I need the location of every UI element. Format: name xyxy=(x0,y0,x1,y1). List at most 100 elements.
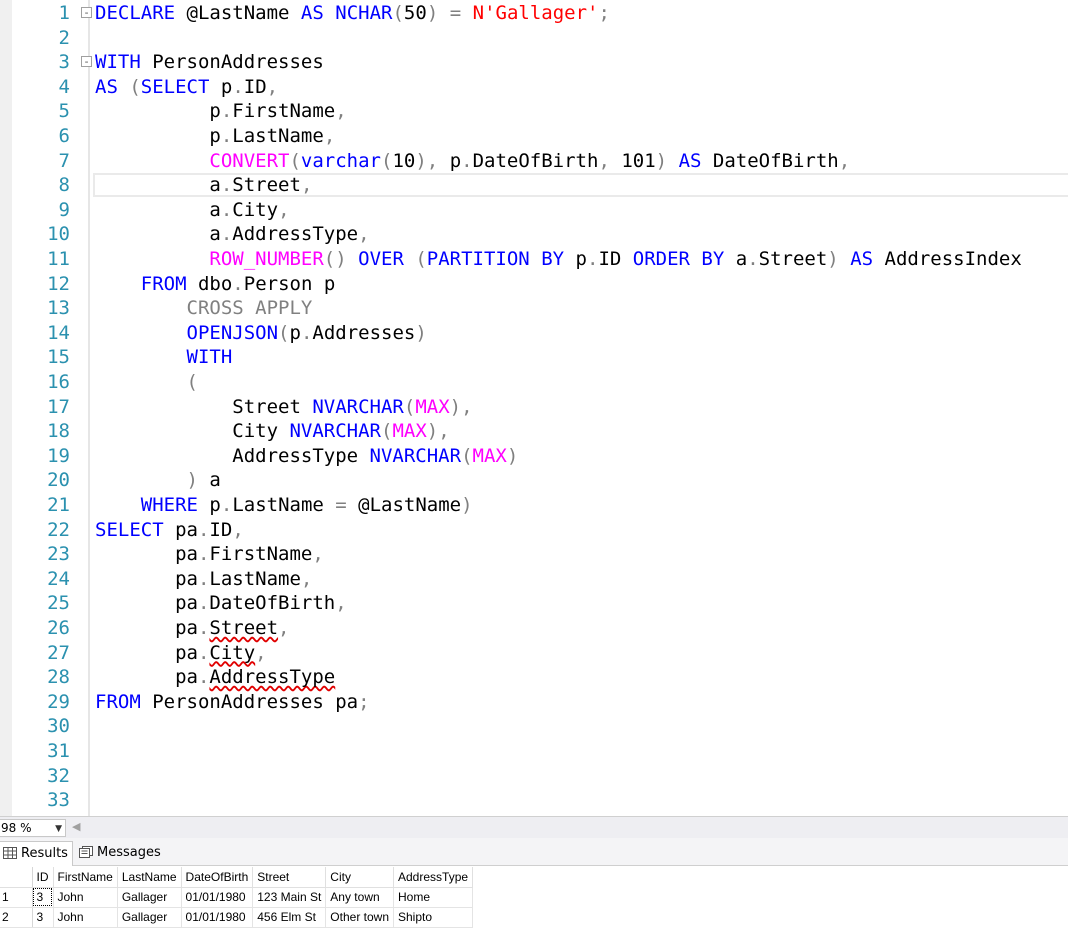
code-line[interactable]: 14 OPENJSON(p.Addresses) xyxy=(0,321,1068,346)
token-plain: p xyxy=(438,149,462,172)
row-number[interactable]: 1 xyxy=(0,887,33,908)
table-cell[interactable]: Shipto xyxy=(393,907,474,928)
code-text: AS (SELECT p.ID, xyxy=(95,75,278,100)
line-number: 14 xyxy=(47,321,70,344)
collapse-icon[interactable]: - xyxy=(81,56,92,68)
code-line[interactable]: 2 xyxy=(0,26,1068,51)
token-operator: ( xyxy=(461,444,473,467)
token-operator: , xyxy=(300,174,313,197)
code-line[interactable]: 5 p.FirstName, xyxy=(0,99,1068,124)
token-plain: Street xyxy=(232,174,301,197)
column-header[interactable]: FirstName xyxy=(53,867,118,888)
table-cell[interactable]: 01/01/1980 xyxy=(181,907,254,928)
code-line[interactable]: 1- DECLARE @LastName AS NCHAR(50) = N'Gal… xyxy=(0,1,1068,26)
tab-results[interactable]: Results xyxy=(0,841,73,866)
token-operator: . xyxy=(220,198,233,221)
code-line[interactable]: 22 SELECT pa.ID, xyxy=(0,518,1068,543)
collapse-icon[interactable]: - xyxy=(81,7,92,18)
code-line[interactable]: 24 pa.LastName, xyxy=(0,567,1068,592)
token-plain: a xyxy=(95,174,221,197)
zoom-dropdown[interactable]: 98 % ▼ xyxy=(0,819,66,837)
table-cell[interactable]: Any town xyxy=(325,887,394,908)
line-number: 31 xyxy=(47,740,70,762)
code-editor[interactable]: 1- DECLARE @LastName AS NCHAR(50) = N'Gal… xyxy=(0,0,1068,816)
token-keyword: ORDER xyxy=(632,248,690,270)
column-header[interactable]: Street xyxy=(252,867,327,888)
table-cell[interactable]: Gallager xyxy=(117,887,182,908)
code-line[interactable]: 33 xyxy=(0,788,1068,813)
token-operator: ) xyxy=(415,149,427,172)
code-line[interactable]: 8 a.Street, xyxy=(0,173,1068,198)
table-cell[interactable]: 123 Main St xyxy=(252,887,327,908)
table-row[interactable]: 2 3 John Gallager 01/01/1980 456 Elm St Other … xyxy=(0,907,474,928)
code-line[interactable]: 15 WITH xyxy=(0,345,1068,370)
table-cell[interactable]: 3 xyxy=(32,887,54,908)
token-keyword: FROM xyxy=(140,272,187,295)
column-header[interactable]: City xyxy=(325,867,394,888)
chevron-down-icon[interactable]: ▼ xyxy=(55,821,62,837)
code-line[interactable]: 27 pa.City, xyxy=(0,641,1068,666)
code-line[interactable]: 10 a.AddressType, xyxy=(0,222,1068,247)
code-text: ) a xyxy=(95,468,221,493)
code-line[interactable]: 28 pa.AddressType xyxy=(0,665,1068,690)
column-header[interactable] xyxy=(0,867,33,888)
table-cell[interactable]: Gallager xyxy=(117,907,182,928)
column-header[interactable]: LastName xyxy=(117,867,182,888)
token-operator: ) xyxy=(827,248,839,270)
table-cell[interactable]: John xyxy=(53,907,118,928)
token-plain: FirstName xyxy=(232,100,336,123)
table-row[interactable]: 1 3 John Gallager 01/01/1980 123 Main St Any t… xyxy=(0,887,474,908)
token-plain: PersonAddresses xyxy=(140,51,324,74)
code-line[interactable]: 16 ( xyxy=(0,370,1068,395)
code-text: City NVARCHAR(MAX), xyxy=(95,419,449,444)
code-line[interactable]: 26 pa.Street, xyxy=(0,616,1068,641)
tab-messages[interactable]: Messages xyxy=(77,841,169,866)
token-function: MAX xyxy=(415,395,450,418)
code-line[interactable]: 23 pa.FirstName, xyxy=(0,542,1068,567)
code-line[interactable]: 29 FROM PersonAddresses pa; xyxy=(0,690,1068,715)
column-header[interactable]: ID xyxy=(32,867,54,888)
token-function: MAX xyxy=(392,420,427,443)
results-grid[interactable]: ID FirstName LastName DateOfBirth Street City… xyxy=(0,867,1068,952)
code-line[interactable]: 11 ROW_NUMBER() OVER (PARTITION BY p.ID … xyxy=(0,247,1068,272)
code-line[interactable]: 4 AS (SELECT p.ID, xyxy=(0,75,1068,100)
code-line[interactable]: 20 ) a xyxy=(0,468,1068,493)
column-header[interactable]: DateOfBirth xyxy=(181,867,254,888)
code-line[interactable]: 19 AddressType NVARCHAR(MAX) xyxy=(0,444,1068,469)
code-line[interactable]: 7 CONVERT(varchar(10), p.DateOfBirth, 10… xyxy=(0,149,1068,174)
code-line[interactable]: 31 xyxy=(0,739,1068,764)
code-line[interactable]: 32 xyxy=(0,764,1068,789)
code-line[interactable]: 9 a.City, xyxy=(0,198,1068,223)
code-line[interactable]: 30 xyxy=(0,714,1068,739)
code-text: p.FirstName, xyxy=(95,99,346,124)
token-plain: City xyxy=(95,420,290,443)
code-text: ROW_NUMBER() OVER (PARTITION BY p.ID ORD… xyxy=(95,247,1021,272)
code-line[interactable]: 25 pa.DateOfBirth, xyxy=(0,591,1068,616)
scroll-left-icon[interactable]: ◀ xyxy=(72,820,80,833)
table-cell[interactable]: 456 Elm St xyxy=(252,907,327,928)
table-cell[interactable]: 3 xyxy=(32,907,54,928)
token-operator: , xyxy=(232,518,244,541)
code-line[interactable]: 18 City NVARCHAR(MAX), xyxy=(0,419,1068,444)
code-line[interactable]: 17 Street NVARCHAR(MAX), xyxy=(0,395,1068,420)
line-number: 23 xyxy=(47,543,70,566)
code-text: FROM dbo.Person p xyxy=(95,272,336,297)
code-line[interactable]: 3- WITH PersonAddresses xyxy=(0,50,1068,75)
code-line[interactable]: 13 CROSS APPLY xyxy=(0,296,1068,321)
table-cell[interactable]: 01/01/1980 xyxy=(181,887,254,908)
table-cell[interactable]: Other town xyxy=(325,907,394,928)
token-plain: DateOfBirth xyxy=(209,592,336,615)
code-line[interactable]: 12 FROM dbo.Person p xyxy=(0,272,1068,297)
table-cell[interactable]: Home xyxy=(393,887,474,908)
column-header[interactable]: AddressType xyxy=(393,867,474,888)
token-operator: ) xyxy=(186,469,198,492)
table-cell[interactable]: John xyxy=(53,887,118,908)
code-line[interactable]: 6 p.LastName, xyxy=(0,124,1068,149)
token-plain: p xyxy=(197,494,221,516)
row-number[interactable]: 2 xyxy=(0,907,33,928)
code-line[interactable]: 21 WHERE p.LastName = @LastName) xyxy=(0,493,1068,518)
